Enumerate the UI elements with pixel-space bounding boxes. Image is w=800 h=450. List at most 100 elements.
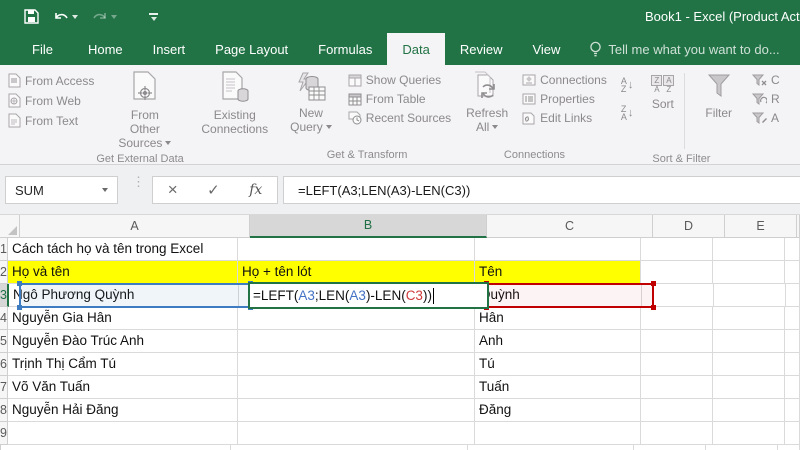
row-header-5[interactable]: 5 <box>0 330 8 353</box>
refresh-all-button[interactable]: Refresh All <box>462 69 512 136</box>
cell-C7[interactable]: Tuấn <box>474 376 641 399</box>
column-header-e[interactable]: E <box>725 215 797 238</box>
from-table-button[interactable]: From Table <box>348 92 451 106</box>
name-box[interactable]: SUM <box>5 176 118 204</box>
cell-F6[interactable] <box>784 353 800 376</box>
from-web-button[interactable]: From Web <box>8 93 94 108</box>
tab-insert[interactable]: Insert <box>138 33 201 65</box>
cell-F7[interactable] <box>784 376 800 399</box>
cell-F5[interactable] <box>784 330 800 353</box>
edit-links-button[interactable]: Edit Links <box>522 111 607 125</box>
cell-B9[interactable] <box>237 422 475 445</box>
cell-D1[interactable] <box>640 238 713 261</box>
cell-C1[interactable] <box>474 238 641 261</box>
tell-me-box[interactable]: Tell me what you want to do... <box>575 33 780 65</box>
new-query-button[interactable]: New Query <box>286 69 336 136</box>
row-header-2[interactable]: 2 <box>0 261 8 284</box>
cell-D7[interactable] <box>640 376 713 399</box>
redo-dropdown-icon[interactable] <box>111 14 117 19</box>
row-header-6[interactable]: 6 <box>0 353 8 376</box>
customize-quick-access-button[interactable] <box>149 12 158 21</box>
cell-B4[interactable] <box>237 307 475 330</box>
formula-input[interactable]: =LEFT(A3;LEN(A3)-LEN(C3)) <box>283 176 800 204</box>
undo-dropdown-icon[interactable] <box>72 14 78 19</box>
cell-A10[interactable] <box>1 445 231 450</box>
cell-C10[interactable] <box>468 445 634 450</box>
row-header-4[interactable]: 4 <box>0 307 8 330</box>
cell-B10[interactable] <box>231 445 468 450</box>
clear-filter-button[interactable]: C <box>752 73 800 87</box>
cell-C3[interactable]: Quỳnh <box>475 284 642 307</box>
cell-E4[interactable] <box>712 307 785 330</box>
advanced-filter-button[interactable]: A <box>752 111 800 125</box>
tab-formulas[interactable]: Formulas <box>303 33 387 65</box>
cell-E6[interactable] <box>712 353 785 376</box>
tab-view[interactable]: View <box>517 33 575 65</box>
column-header-c[interactable]: C <box>487 215 653 238</box>
cell-D3[interactable] <box>641 284 714 307</box>
cell-E5[interactable] <box>712 330 785 353</box>
cell-C8[interactable]: Đăng <box>474 399 641 422</box>
name-box-dropdown-icon[interactable] <box>102 188 108 192</box>
cell-B1[interactable] <box>237 238 475 261</box>
cell-C9[interactable] <box>474 422 641 445</box>
cell-A2[interactable]: Họ và tên <box>7 261 238 284</box>
cell-F1[interactable] <box>784 238 800 261</box>
cell-F10[interactable] <box>778 445 800 450</box>
cell-A7[interactable]: Võ Văn Tuấn <box>7 376 238 399</box>
cell-B2[interactable]: Họ + tên lót <box>237 261 475 284</box>
cell-D10[interactable] <box>634 445 706 450</box>
cell-A5[interactable]: Nguyễn Đào Trúc Anh <box>7 330 238 353</box>
cell-E8[interactable] <box>712 399 785 422</box>
properties-button[interactable]: Properties <box>522 92 607 106</box>
cell-D8[interactable] <box>640 399 713 422</box>
column-header-d[interactable]: D <box>653 215 725 238</box>
cell-E1[interactable] <box>712 238 785 261</box>
cell-B5[interactable] <box>237 330 475 353</box>
sort-a-to-z-button[interactable]: AZ ↓ <box>621 77 634 94</box>
cell-E7[interactable] <box>712 376 785 399</box>
cell-A9[interactable] <box>7 422 238 445</box>
from-other-sources-button[interactable]: From Other Sources <box>114 69 175 152</box>
cell-edit-box-b3[interactable]: =LEFT(A3 ;LEN(A3)-LEN(C3)) <box>248 282 489 309</box>
recent-sources-button[interactable]: Recent Sources <box>348 111 451 125</box>
redo-button[interactable] <box>92 10 117 23</box>
formula-bar-grip[interactable]: ⋮ <box>132 175 145 188</box>
cell-A6[interactable]: Trịnh Thị Cẩm Tú <box>7 353 238 376</box>
tab-file[interactable]: File <box>12 33 73 65</box>
insert-function-button[interactable]: fx <box>249 182 262 198</box>
enter-button[interactable]: ✓ <box>207 181 220 199</box>
cell-A3[interactable]: Ngô Phương Quỳnh <box>8 284 239 307</box>
cell-A4[interactable]: Nguyễn Gia Hân <box>7 307 238 330</box>
column-header-a[interactable]: A <box>20 215 250 238</box>
cell-E9[interactable] <box>712 422 785 445</box>
connections-button[interactable]: Connections <box>522 73 607 87</box>
cell-B8[interactable] <box>237 399 475 422</box>
undo-button[interactable] <box>53 10 78 23</box>
tab-page-layout[interactable]: Page Layout <box>200 33 303 65</box>
filter-button[interactable]: Filter <box>701 69 736 122</box>
cell-C6[interactable]: Tú <box>474 353 641 376</box>
cell-A8[interactable]: Nguyễn Hải Đăng <box>7 399 238 422</box>
tab-review[interactable]: Review <box>445 33 518 65</box>
row-header-3[interactable]: 3 <box>0 284 9 307</box>
row-header-8[interactable]: 8 <box>0 399 8 422</box>
cell-A1[interactable]: Cách tách họ và tên trong Excel <box>7 238 238 261</box>
cell-D6[interactable] <box>640 353 713 376</box>
cell-F8[interactable] <box>784 399 800 422</box>
sort-button[interactable]: ZAAZ Sort <box>647 69 678 113</box>
cell-D2[interactable] <box>640 261 713 284</box>
cell-F2[interactable] <box>784 261 800 284</box>
from-text-button[interactable]: From Text <box>8 113 94 128</box>
tab-data[interactable]: Data <box>387 33 445 65</box>
sort-z-to-a-button[interactable]: ZA ↓ <box>621 105 634 122</box>
cell-B7[interactable] <box>237 376 475 399</box>
cell-F9[interactable] <box>784 422 800 445</box>
cell-F4[interactable] <box>784 307 800 330</box>
cell-E3[interactable] <box>713 284 786 307</box>
cell-C4[interactable]: Hân <box>474 307 641 330</box>
reapply-filter-button[interactable]: R <box>752 92 800 106</box>
existing-connections-button[interactable]: Existing Connections <box>197 69 272 138</box>
cell-D9[interactable] <box>640 422 713 445</box>
row-header-7[interactable]: 7 <box>0 376 8 399</box>
